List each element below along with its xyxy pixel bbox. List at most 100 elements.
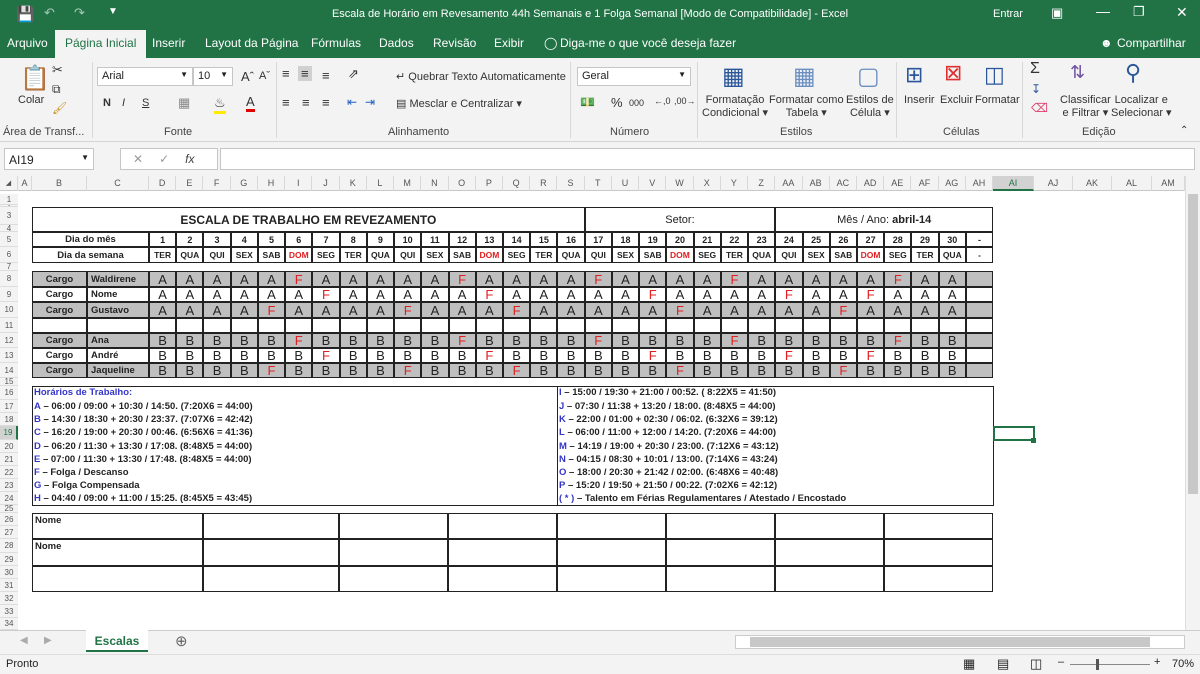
shift-cell[interactable]: B	[829, 333, 857, 348]
shift-cell[interactable]: B	[584, 348, 612, 363]
shift-cell[interactable]: A	[285, 287, 313, 302]
restore-icon[interactable]: ❐	[1133, 4, 1145, 20]
collapse-ribbon-icon[interactable]: ⌃	[1180, 125, 1188, 136]
shift-cell[interactable]: A	[339, 302, 367, 318]
shift-cell[interactable]: B	[938, 333, 966, 348]
column-header-AM[interactable]: AM	[1152, 176, 1185, 191]
shift-cell[interactable]: B	[339, 348, 367, 363]
share-icon[interactable]: ☻	[1100, 36, 1113, 50]
shift-cell[interactable]: F	[312, 348, 340, 363]
tab-revisao[interactable]: Revisão	[433, 36, 476, 50]
prev-sheet-icon[interactable]: ◀	[20, 635, 28, 646]
row-header-5[interactable]: 5	[0, 232, 18, 247]
redo-icon[interactable]: ↷	[74, 5, 85, 21]
zoom-level[interactable]: 70%	[1172, 658, 1194, 670]
next-sheet-icon[interactable]: ▶	[44, 635, 52, 646]
shift-cell[interactable]: A	[611, 271, 640, 287]
row-header-8[interactable]: 8	[0, 271, 18, 287]
format-as-table-button[interactable]: Formatar como Tabela ▾	[769, 94, 844, 120]
shift-cell[interactable]: A	[149, 302, 177, 318]
shift-cell[interactable]: B	[666, 348, 694, 363]
shift-cell[interactable]: B	[230, 363, 258, 378]
cut-icon[interactable]: ✂	[52, 62, 63, 78]
shift-cell[interactable]: A	[530, 287, 558, 302]
shift-cell[interactable]: B	[475, 363, 503, 378]
column-header-A[interactable]: A	[18, 176, 32, 191]
shift-cell[interactable]: A	[366, 287, 395, 302]
shift-cell[interactable]: A	[775, 271, 803, 287]
column-header-AF[interactable]: AF	[911, 176, 939, 191]
align-top-icon[interactable]: ≡	[282, 66, 290, 81]
shift-cell[interactable]: B	[748, 363, 776, 378]
column-header-AG[interactable]: AG	[939, 176, 966, 191]
conditional-format-icon[interactable]: ▦	[722, 62, 745, 91]
shift-cell[interactable]: B	[421, 363, 449, 378]
shift-cell[interactable]: A	[448, 287, 476, 302]
selected-cell-AI19[interactable]	[993, 426, 1035, 441]
row-header-34[interactable]: 34	[0, 618, 18, 630]
italic-button[interactable]: I	[122, 97, 125, 109]
row-header-15[interactable]: 15	[0, 378, 18, 386]
shift-cell[interactable]: B	[666, 333, 694, 348]
align-middle-icon[interactable]: ≡	[298, 66, 312, 81]
row-header-13[interactable]: 13	[0, 348, 18, 363]
row-header-31[interactable]: 31	[0, 579, 18, 592]
shift-cell[interactable]: B	[530, 333, 558, 348]
align-center-icon[interactable]: ≡	[302, 95, 310, 110]
shift-cell[interactable]: F	[829, 302, 857, 318]
shift-cell[interactable]: B	[149, 363, 177, 378]
font-size-select[interactable]: 10 ▼	[193, 67, 233, 86]
column-header-L[interactable]: L	[367, 176, 395, 191]
insert-cells-button[interactable]: Inserir	[904, 94, 935, 106]
column-header-O[interactable]: O	[449, 176, 476, 191]
shift-cell[interactable]: A	[693, 271, 721, 287]
sort-filter-button[interactable]: Classificar e Filtrar ▾	[1060, 94, 1111, 120]
shift-cell[interactable]: F	[285, 333, 313, 348]
shift-cell[interactable]: B	[884, 348, 912, 363]
copy-icon[interactable]: ⧉	[52, 82, 61, 97]
format-painter-icon[interactable]: 🖌	[52, 101, 67, 115]
shift-cell[interactable]: F	[666, 302, 694, 318]
shift-cell[interactable]: A	[557, 271, 585, 287]
shift-cell[interactable]: F	[584, 271, 612, 287]
shift-cell[interactable]: B	[203, 333, 231, 348]
shift-cell[interactable]: B	[230, 333, 258, 348]
shift-cell[interactable]: B	[775, 333, 803, 348]
row-header-9[interactable]: 9	[0, 287, 18, 302]
shift-cell[interactable]: B	[475, 333, 503, 348]
row-header-33[interactable]: 33	[0, 605, 18, 618]
column-header-AI[interactable]: AI	[993, 176, 1034, 191]
shift-cell[interactable]: F	[775, 287, 803, 302]
shift-cell[interactable]: B	[421, 348, 449, 363]
shift-cell[interactable]: B	[502, 348, 531, 363]
column-header-B[interactable]: B	[32, 176, 87, 191]
column-header-P[interactable]: P	[476, 176, 503, 191]
format-cells-icon[interactable]: ◫	[984, 62, 1005, 88]
align-bottom-icon[interactable]: ≡	[322, 68, 330, 83]
shift-cell[interactable]: B	[911, 363, 939, 378]
shift-cell[interactable]: F	[639, 348, 667, 363]
shift-cell[interactable]: A	[176, 287, 204, 302]
shift-cell[interactable]: B	[176, 333, 204, 348]
column-header-S[interactable]: S	[557, 176, 585, 191]
column-header-H[interactable]: H	[258, 176, 286, 191]
shift-cell[interactable]: B	[230, 348, 258, 363]
shift-cell[interactable]: B	[693, 333, 721, 348]
percent-button[interactable]: %	[611, 95, 623, 110]
shift-cell[interactable]: F	[829, 363, 857, 378]
shift-cell[interactable]: A	[421, 302, 449, 318]
shift-cell[interactable]: A	[257, 287, 286, 302]
row-header-23[interactable]: 23	[0, 479, 18, 492]
increase-decimal-icon[interactable]: ←,0	[654, 96, 671, 106]
column-header-E[interactable]: E	[176, 176, 204, 191]
scroll-thumb[interactable]	[1188, 194, 1198, 494]
shift-cell[interactable]: F	[502, 302, 531, 318]
shift-cell[interactable]: A	[802, 287, 830, 302]
shift-cell[interactable]: B	[530, 363, 558, 378]
column-header-AE[interactable]: AE	[884, 176, 912, 191]
shift-cell[interactable]: A	[938, 287, 966, 302]
name-box[interactable]: AI19 ▼	[4, 148, 94, 170]
shift-cell[interactable]: A	[421, 287, 449, 302]
row-header-17[interactable]: 17	[0, 400, 18, 413]
shift-cell[interactable]: A	[720, 287, 749, 302]
